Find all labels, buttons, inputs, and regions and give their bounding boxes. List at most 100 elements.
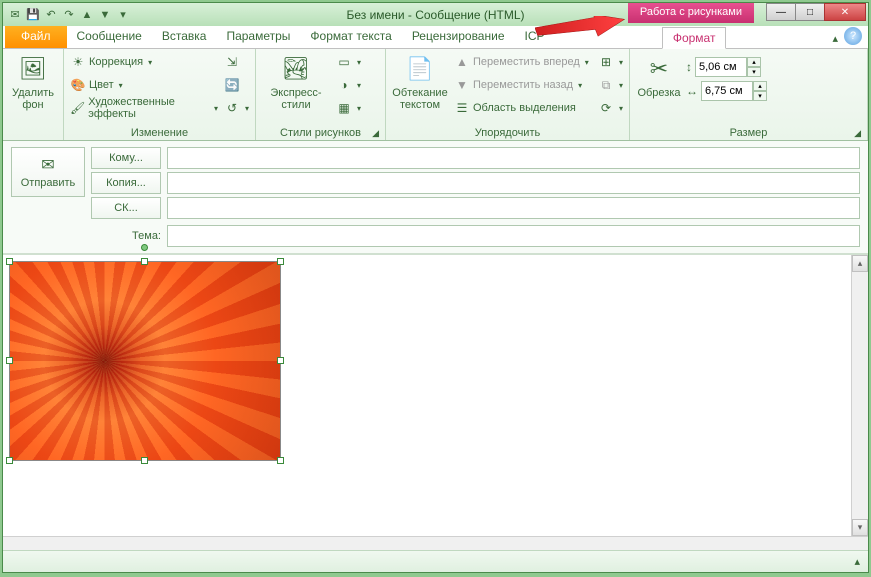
resize-handle-br[interactable] xyxy=(277,457,284,464)
compress-icon: ⇲ xyxy=(224,54,240,70)
send-button[interactable]: ✉ Отправить xyxy=(11,147,85,197)
height-down[interactable]: ▾ xyxy=(747,67,761,77)
picture-style-icon: 🏞 xyxy=(280,53,312,85)
scroll-down-button[interactable]: ▾ xyxy=(852,519,868,536)
subject-label: Тема: xyxy=(11,230,161,242)
title-bar: ✉ 💾 ↶ ↷ ▲ ▼ ▾ Без имени - Сообщение (HTM… xyxy=(3,3,868,26)
align-icon: ⊞ xyxy=(598,54,614,70)
group-arrange-label: Упорядочить xyxy=(475,127,540,139)
status-bar: ▴ xyxy=(3,550,868,572)
picture-border-button[interactable]: ▭▾ xyxy=(334,51,363,73)
change-picture-icon: 🔄 xyxy=(224,77,240,93)
resize-handle-r[interactable] xyxy=(277,357,284,364)
change-picture-button[interactable]: 🔄 xyxy=(222,74,251,96)
scroll-up-button[interactable]: ▴ xyxy=(852,255,868,272)
resize-handle-b[interactable] xyxy=(141,457,148,464)
tab-insert[interactable]: Вставка xyxy=(152,26,217,48)
effects-icon: ◑ xyxy=(336,77,352,93)
prev-icon[interactable]: ▲ xyxy=(79,7,95,23)
group-change: ☀Коррекция▾ 🎨Цвет▾ 🖌Художественные эффек… xyxy=(64,49,256,140)
tab-icp[interactable]: ICP xyxy=(515,26,555,48)
remove-background-label: Удалить фон xyxy=(9,87,57,111)
bcc-field[interactable] xyxy=(167,197,860,219)
compress-button[interactable]: ⇲ xyxy=(222,51,251,73)
wrap-text-button[interactable]: 📄 Обтекание текстом xyxy=(390,51,450,113)
resize-handle-tl[interactable] xyxy=(6,258,13,265)
cc-field[interactable] xyxy=(167,172,860,194)
group-picture-styles: 🏞 Экспресс-стили ▭▾ ◑▾ ▦▾ Стили рисунков… xyxy=(256,49,386,140)
selection-pane-icon: ☰ xyxy=(454,100,470,116)
envelope-icon: ✉ xyxy=(41,155,54,175)
help-button[interactable]: ? xyxy=(844,27,862,45)
picture-layout-button[interactable]: ▦▾ xyxy=(334,97,363,119)
rotate-icon: ⟳ xyxy=(598,100,614,116)
message-body[interactable]: ▴ ▾ xyxy=(3,254,868,536)
color-button[interactable]: 🎨Цвет▾ xyxy=(68,74,220,96)
width-input[interactable]: ▴▾ xyxy=(701,81,767,101)
quick-access-toolbar: ✉ 💾 ↶ ↷ ▲ ▼ ▾ xyxy=(3,7,135,23)
height-up[interactable]: ▴ xyxy=(747,57,761,67)
flower-image xyxy=(10,262,280,460)
tab-review[interactable]: Рецензирование xyxy=(402,26,515,48)
height-input[interactable]: ▴▾ xyxy=(695,57,761,77)
remove-background-button[interactable]: 🖼 Удалить фон xyxy=(7,51,59,113)
group-size: ✂ Обрезка ↕ ▴▾ ↔ ▴▾ Размер◢ xyxy=(630,49,868,140)
styles-dialog-launcher[interactable]: ◢ xyxy=(372,128,379,139)
save-icon[interactable]: 💾 xyxy=(25,7,41,23)
bring-forward-button: ▲Переместить вперед▾ xyxy=(452,51,594,73)
picture-tools-tab-header: Работа с рисунками xyxy=(628,3,754,23)
resize-handle-tr[interactable] xyxy=(277,258,284,265)
group-objects-button: ⧉▾ xyxy=(596,74,625,96)
layout-icon: ▦ xyxy=(336,100,352,116)
group-change-label: Изменение xyxy=(131,127,188,139)
tab-options[interactable]: Параметры xyxy=(216,26,300,48)
align-button[interactable]: ⊞▾ xyxy=(596,51,625,73)
resize-handle-t[interactable] xyxy=(141,258,148,265)
tab-file[interactable]: Файл xyxy=(5,26,67,48)
selection-pane-button[interactable]: ☰Область выделения xyxy=(452,97,594,119)
border-icon: ▭ xyxy=(336,54,352,70)
app-icon: ✉ xyxy=(7,7,23,23)
to-button[interactable]: Кому... xyxy=(91,147,161,169)
height-icon: ↕ xyxy=(686,60,692,74)
undo-icon[interactable]: ↶ xyxy=(43,7,59,23)
picture-effects-button[interactable]: ◑▾ xyxy=(334,74,363,96)
artistic-effects-button[interactable]: 🖌Художественные эффекты▾ xyxy=(68,97,220,119)
tab-message[interactable]: Сообщение xyxy=(67,26,152,48)
group-size-label: Размер xyxy=(730,127,768,139)
crop-label: Обрезка xyxy=(637,87,680,99)
next-icon[interactable]: ▼ xyxy=(97,7,113,23)
reset-picture-button[interactable]: ↺▾ xyxy=(222,97,251,119)
rotate-handle[interactable] xyxy=(141,244,148,251)
width-icon: ↔ xyxy=(686,84,698,98)
cc-button[interactable]: Копия... xyxy=(91,172,161,194)
remove-background-icon: 🖼 xyxy=(17,53,49,85)
width-down[interactable]: ▾ xyxy=(753,91,767,101)
express-styles-button[interactable]: 🏞 Экспресс-стили xyxy=(260,51,332,113)
horizontal-scrollbar[interactable] xyxy=(3,536,868,550)
bcc-button[interactable]: СК... xyxy=(91,197,161,219)
crop-icon: ✂ xyxy=(643,53,675,85)
status-chevron-icon[interactable]: ▴ xyxy=(854,555,860,568)
size-dialog-launcher[interactable]: ◢ xyxy=(854,128,861,139)
qat-more-icon[interactable]: ▾ xyxy=(115,7,131,23)
vertical-scrollbar[interactable]: ▴ ▾ xyxy=(851,255,868,536)
width-up[interactable]: ▴ xyxy=(753,81,767,91)
tab-format[interactable]: Формат xyxy=(662,27,727,49)
close-button[interactable]: ✕ xyxy=(824,3,866,21)
tab-format-text[interactable]: Формат текста xyxy=(300,26,401,48)
resize-handle-l[interactable] xyxy=(6,357,13,364)
send-backward-button: ▼Переместить назад▾ xyxy=(452,74,594,96)
to-field[interactable] xyxy=(167,147,860,169)
minimize-button[interactable]: — xyxy=(766,3,796,21)
group-icon: ⧉ xyxy=(598,77,614,93)
redo-icon[interactable]: ↷ xyxy=(61,7,77,23)
maximize-button[interactable]: □ xyxy=(795,3,825,21)
crop-button[interactable]: ✂ Обрезка xyxy=(634,51,684,101)
resize-handle-bl[interactable] xyxy=(6,457,13,464)
selected-image[interactable] xyxy=(9,261,281,461)
rotate-button[interactable]: ⟳▾ xyxy=(596,97,625,119)
ribbon-collapse-icon[interactable]: ▴ xyxy=(826,29,844,48)
corrections-button[interactable]: ☀Коррекция▾ xyxy=(68,51,220,73)
subject-field[interactable] xyxy=(167,225,860,247)
